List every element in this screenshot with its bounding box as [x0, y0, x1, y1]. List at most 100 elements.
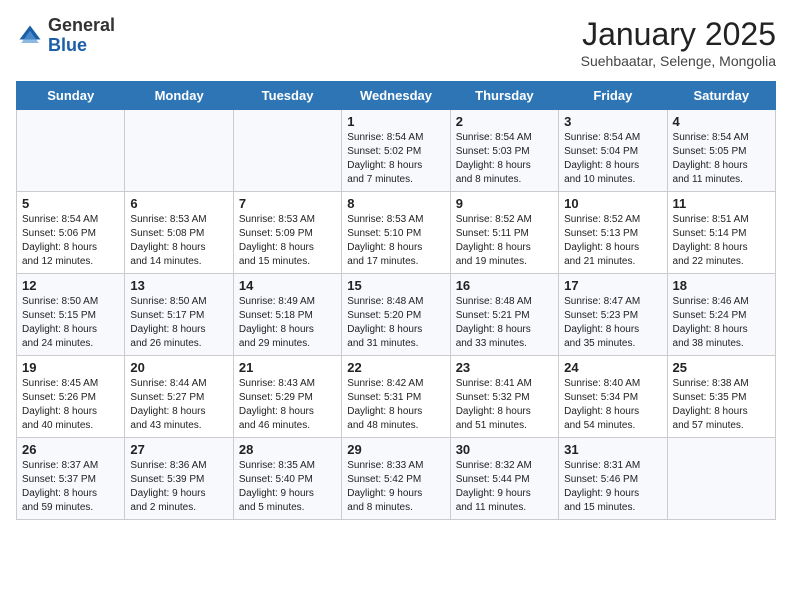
calendar-day-cell: 13Sunrise: 8:50 AM Sunset: 5:17 PM Dayli…	[125, 274, 233, 356]
calendar-day-cell: 14 Sunrise: 8:49 AM Sunset: 5:18 PM Dayli…	[233, 274, 341, 356]
day-of-week-header: Sunday	[17, 82, 125, 110]
day-info: Sunrise: 8:54 AM Sunset: 5:05 PM Dayligh…	[673, 131, 770, 187]
calendar-day-cell: 17 Sunrise: 8:47 AM Sunset: 5:23 PM Dayli…	[559, 274, 667, 356]
calendar-header: SundayMondayTuesdayWednesdayThursdayFrid…	[17, 82, 776, 110]
calendar-day-cell: 24Sunrise: 8:40 AM Sunset: 5:34 PM Dayli…	[559, 356, 667, 438]
calendar-day-cell: 10 Sunrise: 8:52 AM Sunset: 5:13 PM Dayli…	[559, 192, 667, 274]
calendar-title: January 2025	[581, 16, 776, 53]
calendar-day-cell: 1 Sunrise: 8:54 AM Sunset: 5:02 PM Daylig…	[342, 110, 450, 192]
day-number: 10	[564, 196, 661, 211]
calendar-day-cell	[233, 110, 341, 192]
calendar-day-cell: 20 Sunrise: 8:44 AM Sunset: 5:27 PM Dayli…	[125, 356, 233, 438]
day-number: 2	[456, 114, 553, 129]
calendar-day-cell: 19Sunrise: 8:45 AM Sunset: 5:26 PM Dayli…	[17, 356, 125, 438]
day-info: Sunrise: 8:45 AM Sunset: 5:26 PM Dayligh…	[22, 377, 119, 433]
calendar-day-cell: 16Sunrise: 8:48 AM Sunset: 5:21 PM Dayli…	[450, 274, 558, 356]
day-number: 30	[456, 442, 553, 457]
logo-general-text: General	[48, 15, 115, 35]
day-number: 20	[130, 360, 227, 375]
day-number: 3	[564, 114, 661, 129]
day-info: Sunrise: 8:48 AM Sunset: 5:20 PM Dayligh…	[347, 295, 444, 351]
calendar-table: SundayMondayTuesdayWednesdayThursdayFrid…	[16, 81, 776, 520]
day-of-week-header: Tuesday	[233, 82, 341, 110]
day-number: 17	[564, 278, 661, 293]
day-info: Sunrise: 8:54 AM Sunset: 5:02 PM Dayligh…	[347, 131, 444, 187]
calendar-subtitle: Suehbaatar, Selenge, Mongolia	[581, 53, 776, 69]
calendar-day-cell: 9 Sunrise: 8:52 AM Sunset: 5:11 PM Daylig…	[450, 192, 558, 274]
calendar-day-cell	[667, 438, 775, 520]
calendar-week-row: 12Sunrise: 8:50 AM Sunset: 5:15 PM Dayli…	[17, 274, 776, 356]
day-number: 29	[347, 442, 444, 457]
calendar-day-cell: 8 Sunrise: 8:53 AM Sunset: 5:10 PM Daylig…	[342, 192, 450, 274]
day-number: 4	[673, 114, 770, 129]
day-info: Sunrise: 8:40 AM Sunset: 5:34 PM Dayligh…	[564, 377, 661, 433]
calendar-day-cell: 27Sunrise: 8:36 AM Sunset: 5:39 PM Dayli…	[125, 438, 233, 520]
calendar-day-cell: 25 Sunrise: 8:38 AM Sunset: 5:35 PM Dayli…	[667, 356, 775, 438]
day-info: Sunrise: 8:54 AM Sunset: 5:03 PM Dayligh…	[456, 131, 553, 187]
calendar-day-cell: 5Sunrise: 8:54 AM Sunset: 5:06 PM Daylig…	[17, 192, 125, 274]
day-number: 9	[456, 196, 553, 211]
day-info: Sunrise: 8:54 AM Sunset: 5:04 PM Dayligh…	[564, 131, 661, 187]
day-info: Sunrise: 8:36 AM Sunset: 5:39 PM Dayligh…	[130, 459, 227, 515]
day-number: 23	[456, 360, 553, 375]
day-info: Sunrise: 8:46 AM Sunset: 5:24 PM Dayligh…	[673, 295, 770, 351]
day-info: Sunrise: 8:53 AM Sunset: 5:10 PM Dayligh…	[347, 213, 444, 269]
day-of-week-header: Saturday	[667, 82, 775, 110]
page-header: General Blue January 2025 Suehbaatar, Se…	[16, 16, 776, 69]
calendar-day-cell: 18 Sunrise: 8:46 AM Sunset: 5:24 PM Dayli…	[667, 274, 775, 356]
calendar-week-row: 26Sunrise: 8:37 AM Sunset: 5:37 PM Dayli…	[17, 438, 776, 520]
calendar-day-cell: 26Sunrise: 8:37 AM Sunset: 5:37 PM Dayli…	[17, 438, 125, 520]
day-info: Sunrise: 8:53 AM Sunset: 5:08 PM Dayligh…	[130, 213, 227, 269]
day-info: Sunrise: 8:52 AM Sunset: 5:11 PM Dayligh…	[456, 213, 553, 269]
day-number: 18	[673, 278, 770, 293]
day-info: Sunrise: 8:47 AM Sunset: 5:23 PM Dayligh…	[564, 295, 661, 351]
calendar-day-cell: 6 Sunrise: 8:53 AM Sunset: 5:08 PM Daylig…	[125, 192, 233, 274]
day-number: 26	[22, 442, 119, 457]
day-info: Sunrise: 8:52 AM Sunset: 5:13 PM Dayligh…	[564, 213, 661, 269]
calendar-day-cell: 22 Sunrise: 8:42 AM Sunset: 5:31 PM Dayli…	[342, 356, 450, 438]
day-info: Sunrise: 8:38 AM Sunset: 5:35 PM Dayligh…	[673, 377, 770, 433]
calendar-day-cell: 12Sunrise: 8:50 AM Sunset: 5:15 PM Dayli…	[17, 274, 125, 356]
day-number: 14	[239, 278, 336, 293]
day-info: Sunrise: 8:42 AM Sunset: 5:31 PM Dayligh…	[347, 377, 444, 433]
day-number: 7	[239, 196, 336, 211]
day-info: Sunrise: 8:33 AM Sunset: 5:42 PM Dayligh…	[347, 459, 444, 515]
day-number: 11	[673, 196, 770, 211]
day-number: 12	[22, 278, 119, 293]
day-number: 8	[347, 196, 444, 211]
day-header-row: SundayMondayTuesdayWednesdayThursdayFrid…	[17, 82, 776, 110]
calendar-day-cell: 3 Sunrise: 8:54 AM Sunset: 5:04 PM Daylig…	[559, 110, 667, 192]
day-of-week-header: Wednesday	[342, 82, 450, 110]
day-info: Sunrise: 8:54 AM Sunset: 5:06 PM Dayligh…	[22, 213, 119, 269]
day-of-week-header: Monday	[125, 82, 233, 110]
calendar-day-cell: 30 Sunrise: 8:32 AM Sunset: 5:44 PM Dayli…	[450, 438, 558, 520]
day-number: 6	[130, 196, 227, 211]
day-info: Sunrise: 8:35 AM Sunset: 5:40 PM Dayligh…	[239, 459, 336, 515]
calendar-day-cell: 23 Sunrise: 8:41 AM Sunset: 5:32 PM Dayli…	[450, 356, 558, 438]
calendar-day-cell: 2 Sunrise: 8:54 AM Sunset: 5:03 PM Daylig…	[450, 110, 558, 192]
day-number: 1	[347, 114, 444, 129]
calendar-day-cell: 29 Sunrise: 8:33 AM Sunset: 5:42 PM Dayli…	[342, 438, 450, 520]
day-number: 15	[347, 278, 444, 293]
calendar-day-cell	[17, 110, 125, 192]
logo: General Blue	[16, 16, 115, 56]
day-info: Sunrise: 8:32 AM Sunset: 5:44 PM Dayligh…	[456, 459, 553, 515]
day-info: Sunrise: 8:53 AM Sunset: 5:09 PM Dayligh…	[239, 213, 336, 269]
title-block: January 2025 Suehbaatar, Selenge, Mongol…	[581, 16, 776, 69]
day-info: Sunrise: 8:51 AM Sunset: 5:14 PM Dayligh…	[673, 213, 770, 269]
day-info: Sunrise: 8:41 AM Sunset: 5:32 PM Dayligh…	[456, 377, 553, 433]
day-number: 13	[130, 278, 227, 293]
day-info: Sunrise: 8:44 AM Sunset: 5:27 PM Dayligh…	[130, 377, 227, 433]
calendar-week-row: 19Sunrise: 8:45 AM Sunset: 5:26 PM Dayli…	[17, 356, 776, 438]
calendar-day-cell: 7 Sunrise: 8:53 AM Sunset: 5:09 PM Daylig…	[233, 192, 341, 274]
day-number: 31	[564, 442, 661, 457]
calendar-day-cell: 31 Sunrise: 8:31 AM Sunset: 5:46 PM Dayli…	[559, 438, 667, 520]
day-info: Sunrise: 8:31 AM Sunset: 5:46 PM Dayligh…	[564, 459, 661, 515]
calendar-week-row: 1 Sunrise: 8:54 AM Sunset: 5:02 PM Daylig…	[17, 110, 776, 192]
calendar-week-row: 5Sunrise: 8:54 AM Sunset: 5:06 PM Daylig…	[17, 192, 776, 274]
day-number: 22	[347, 360, 444, 375]
day-number: 25	[673, 360, 770, 375]
logo-icon	[16, 22, 44, 50]
day-number: 21	[239, 360, 336, 375]
day-info: Sunrise: 8:49 AM Sunset: 5:18 PM Dayligh…	[239, 295, 336, 351]
